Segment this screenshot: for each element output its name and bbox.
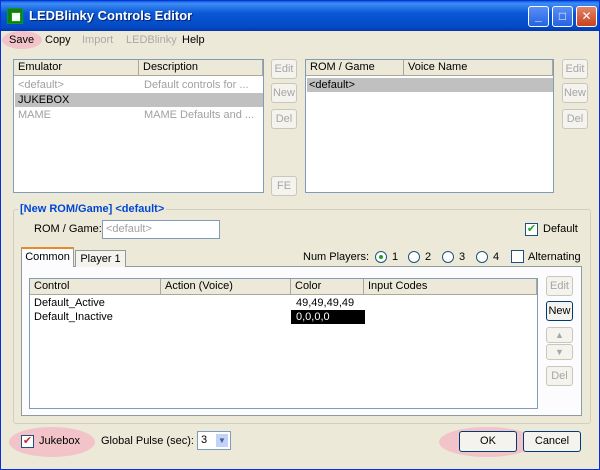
ok-button[interactable]: OK (459, 431, 517, 452)
emulator-row[interactable]: <default> Default controls for ... (15, 78, 263, 92)
players-3-radio[interactable] (442, 251, 454, 263)
control-del-button[interactable]: Del (546, 366, 573, 386)
table-row[interactable]: Default_Inactive 0,0,0,0 (31, 310, 537, 324)
emulator-row[interactable]: MAME MAME Defaults and ... (15, 108, 263, 122)
jukebox-label: Jukebox (39, 435, 80, 447)
players-1-radio[interactable] (375, 251, 387, 263)
emulator-description: Default controls for ... (144, 79, 249, 91)
emulator-edit-button[interactable]: Edit (271, 59, 297, 79)
rom-game-input[interactable]: <default> (102, 220, 220, 239)
num-players-label: Num Players: (303, 251, 370, 263)
emulator-name: <default> (18, 79, 64, 91)
menu-save[interactable]: Save (9, 32, 34, 48)
title-bar[interactable]: LEDBlinky Controls Editor _ □ ✕ (1, 1, 599, 31)
jukebox-checkbox[interactable]: ✔ (21, 435, 34, 448)
players-3-label: 3 (459, 251, 466, 263)
rom-new-button[interactable]: New (562, 83, 588, 103)
players-2-radio[interactable] (408, 251, 420, 263)
control-edit-button[interactable]: Edit (546, 276, 573, 296)
rom-name: <default> (309, 79, 355, 91)
global-pulse-value: 3 (201, 434, 208, 446)
up-arrow-icon: ▲ (555, 330, 564, 340)
rom-row-selected[interactable]: <default> (307, 78, 553, 92)
emulator-name: JUKEBOX (18, 94, 70, 106)
app-icon (7, 8, 23, 24)
control-color[interactable]: 49,49,49,49 (296, 296, 354, 310)
rom-del-button[interactable]: Del (562, 109, 588, 129)
move-up-button[interactable]: ▲ (546, 327, 573, 343)
global-pulse-select[interactable]: 3 ▼ (197, 431, 231, 450)
alternating-checkbox[interactable] (511, 250, 524, 263)
control-name: Default_Active (34, 297, 105, 309)
down-arrow-icon: ▼ (555, 347, 564, 357)
menu-copy[interactable]: Copy (45, 32, 71, 48)
rom-group-title: [New ROM/Game] <default> (18, 203, 167, 215)
control-new-button[interactable]: New (546, 301, 573, 321)
menu-import[interactable]: Import (82, 32, 113, 48)
emulator-new-button[interactable]: New (271, 83, 297, 103)
close-button[interactable]: ✕ (576, 6, 597, 27)
emulator-fe-button[interactable]: FE (271, 176, 297, 196)
controls-editor-window: LEDBlinky Controls Editor _ □ ✕ Save Cop… (0, 0, 600, 470)
rom-edit-button[interactable]: Edit (562, 59, 588, 79)
maximize-button[interactable]: □ (552, 6, 573, 27)
control-color-selected[interactable]: 0,0,0,0 (291, 310, 365, 324)
emulator-list[interactable]: Emulator Description <default> Default c… (13, 59, 264, 193)
minimize-button[interactable]: _ (528, 6, 549, 27)
menu-ledblinky[interactable]: LEDBlinky (126, 32, 177, 48)
rom-column-header[interactable]: ROM / Game (306, 60, 404, 76)
window-title: LEDBlinky Controls Editor (29, 8, 193, 23)
players-4-label: 4 (493, 251, 500, 263)
color-column-header[interactable]: Color (291, 279, 364, 295)
tab-common[interactable]: Common (21, 247, 74, 267)
control-name: Default_Inactive (34, 311, 113, 323)
menu-bar: Save Copy Import LEDBlinky Help (1, 31, 599, 49)
rom-list[interactable]: ROM / Game Voice Name <default> (305, 59, 554, 193)
default-label: Default (543, 223, 578, 235)
emulator-row-selected[interactable]: JUKEBOX (15, 93, 263, 107)
global-pulse-label: Global Pulse (sec): (101, 435, 194, 447)
emulator-name: MAME (18, 109, 51, 121)
emulator-description: MAME Defaults and ... (144, 109, 255, 121)
controls-table[interactable]: Control Action (Voice) Color Input Codes… (29, 278, 538, 409)
players-2-label: 2 (425, 251, 432, 263)
emulator-del-button[interactable]: Del (271, 109, 297, 129)
voice-column-header[interactable]: Voice Name (404, 60, 553, 76)
move-down-button[interactable]: ▼ (546, 344, 573, 360)
input-codes-column-header[interactable]: Input Codes (364, 279, 537, 295)
rom-game-label: ROM / Game: (34, 223, 102, 235)
action-column-header[interactable]: Action (Voice) (161, 279, 291, 295)
tab-player-1[interactable]: Player 1 (75, 250, 126, 267)
menu-help[interactable]: Help (182, 32, 205, 48)
description-column-header[interactable]: Description (139, 60, 263, 76)
dropdown-arrow-icon[interactable]: ▼ (215, 433, 229, 448)
alternating-label: Alternating (528, 251, 581, 263)
cancel-button[interactable]: Cancel (523, 431, 581, 452)
default-checkbox[interactable]: ✔ (525, 223, 538, 236)
players-4-radio[interactable] (476, 251, 488, 263)
control-column-header[interactable]: Control (30, 279, 161, 295)
emulator-column-header[interactable]: Emulator (14, 60, 139, 76)
players-1-label: 1 (392, 251, 399, 263)
table-row[interactable]: Default_Active 49,49,49,49 (31, 296, 537, 310)
